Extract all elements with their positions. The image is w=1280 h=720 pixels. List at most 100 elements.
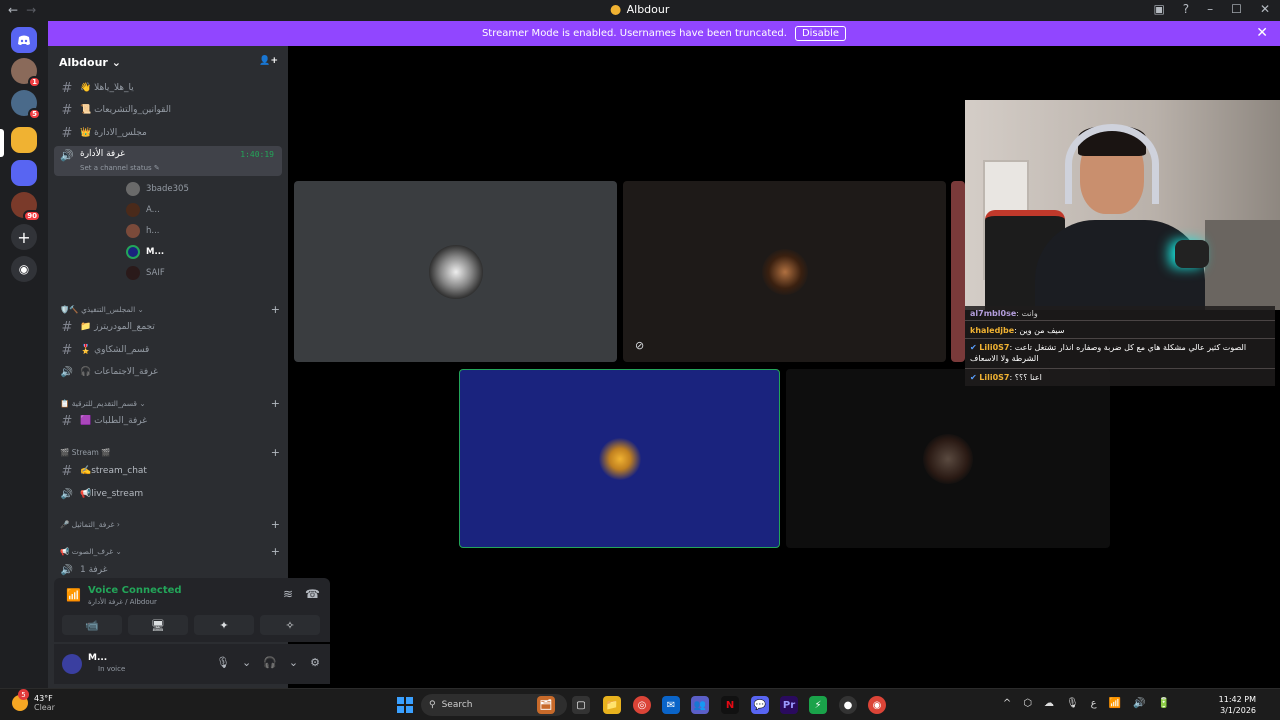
speaker-icon: 🔊 (60, 488, 74, 500)
chat-message: ✔ Lili0S7: اعنا ؟؟؟ (970, 373, 1042, 382)
channel-item[interactable]: # 🎖️ قسم_الشكاوي (54, 340, 282, 360)
channel-status[interactable]: Set a channel status ✎ (80, 164, 160, 172)
category-header[interactable]: 📋 قسم_التقديم_للترقية ⌄ + (60, 396, 282, 410)
settings-gear-icon[interactable]: ⚙ (310, 656, 320, 669)
maximize-button[interactable]: ☐ (1231, 2, 1242, 16)
taskbar-app-teams[interactable]: 👥 (691, 696, 709, 714)
taskbar-app-obs[interactable]: ● (839, 696, 857, 714)
server-icon-albdour[interactable] (11, 127, 37, 153)
category-header[interactable]: 🛡️🔨 المجلس_التنفيذي ⌄ + (60, 302, 282, 316)
webcam-mic (1175, 240, 1209, 268)
video-tile-partial[interactable] (951, 181, 965, 362)
disconnect-icon[interactable]: ☎ (305, 587, 320, 601)
voice-user[interactable]: M... (126, 243, 164, 261)
participant-avatar (923, 433, 973, 484)
chat-username: Lili0S7 (979, 373, 1010, 382)
video-tile[interactable]: ⊘ (623, 181, 946, 362)
back-icon[interactable]: ← (8, 3, 18, 17)
invite-icon[interactable]: 👤+ (259, 56, 278, 78)
taskbar-app-discord[interactable]: 💬 (751, 696, 769, 714)
minimize-button[interactable]: – (1207, 2, 1213, 16)
video-tile[interactable] (786, 369, 1110, 548)
taskbar-clock[interactable]: 11:42 PM 3/1/2026 (1219, 694, 1256, 716)
voice-user[interactable]: SAIF (126, 264, 165, 282)
signal-icon[interactable]: 📶 (66, 588, 81, 602)
start-button[interactable] (397, 697, 413, 713)
channel-item[interactable]: 🔊 غرفة 1 (54, 560, 282, 580)
tray-volume-icon[interactable]: 🔊 (1133, 698, 1145, 709)
voice-user[interactable]: h... (126, 222, 160, 240)
taskbar-app-netflix[interactable]: N (721, 696, 739, 714)
add-channel-icon[interactable]: + (271, 545, 280, 558)
soundboard-button[interactable]: ✧ (260, 615, 320, 635)
add-server-icon[interactable]: + (11, 224, 37, 250)
channel-item[interactable]: # 📜 القوانين_والتشريعات (54, 100, 282, 120)
camera-button[interactable]: 📹 (62, 615, 122, 635)
taskbar-app-premiere[interactable]: Pr (780, 696, 798, 714)
taskbar-app-outlook[interactable]: ✉ (662, 696, 680, 714)
activities-button[interactable]: ✦ (194, 615, 254, 635)
tray-cloud-icon[interactable]: ☁ (1044, 698, 1054, 709)
speaker-icon: 🔊 (60, 366, 74, 378)
taskbar-app-explorer[interactable]: 📁 (603, 696, 621, 714)
screen-share-button[interactable]: 🖥 (128, 615, 188, 635)
tray-wifi-icon[interactable]: 📶 (1109, 698, 1121, 709)
banner-close-icon[interactable]: ✕ (1256, 25, 1268, 41)
tray-app-icon[interactable]: ⬡ (1023, 698, 1032, 709)
channel-item[interactable]: # 👑 مجلس_الادارة (54, 123, 282, 143)
video-tile-speaking[interactable] (459, 369, 780, 548)
channel-item[interactable]: # ✍️stream_chat (54, 461, 282, 481)
help-icon[interactable]: ? (1183, 2, 1189, 16)
voice-user[interactable]: 3bade305 (126, 180, 189, 198)
weather-badge: 5 (18, 689, 29, 700)
guild-header[interactable]: Albdour ⌄ 👤+ (48, 46, 288, 78)
taskbar-app-chrome[interactable]: ◎ (633, 696, 651, 714)
headset-icon[interactable]: 🎧 (263, 656, 277, 669)
taskbar-app-chrome-2[interactable]: ◉ (868, 696, 886, 714)
taskbar-app-taskview[interactable]: ▢ (572, 696, 590, 714)
active-voice-channel[interactable]: 🔊 غرفة الأدارة 1:40:19 Set a channel sta… (54, 146, 282, 176)
video-tile[interactable] (294, 181, 617, 362)
server-icon-1[interactable]: 1 (11, 58, 41, 88)
window-controls: ▣ ? – ☐ ✕ (1153, 2, 1270, 16)
channel-item[interactable]: # 📁 تجمع_المودريترز (54, 317, 282, 337)
add-channel-icon[interactable]: + (271, 397, 280, 410)
tray-battery-icon[interactable]: 🔋 (1158, 698, 1170, 709)
weather-temp: 43°F (34, 694, 53, 703)
chat-text: سيف من وين (1019, 326, 1065, 335)
clock-date: 3/1/2026 (1220, 706, 1256, 715)
disable-button[interactable]: Disable (794, 26, 847, 41)
close-button[interactable]: ✕ (1260, 2, 1270, 16)
active-server-pill (0, 129, 4, 157)
tray-chevron-icon[interactable]: ^ (1003, 698, 1011, 709)
add-channel-icon[interactable]: + (271, 446, 280, 459)
voice-user[interactable]: A...⊘ (126, 201, 326, 219)
chevron-down-icon[interactable]: ⌄ (242, 656, 251, 669)
server-icon-5[interactable]: 90 (11, 192, 41, 222)
mic-icon[interactable]: 🎙 (216, 656, 230, 669)
server-icon-4[interactable] (11, 160, 37, 186)
chevron-down-icon[interactable]: ⌄ (289, 656, 298, 669)
channel-item[interactable]: # 🟪 غرفة_الطلبات (54, 411, 282, 431)
avatar[interactable] (62, 654, 82, 674)
discord-home-icon[interactable] (11, 27, 37, 53)
forward-icon[interactable]: → (26, 3, 36, 17)
tray-mic-icon[interactable]: 🎙 (1066, 698, 1079, 709)
channel-item[interactable]: 🔊 📢live_stream (54, 484, 282, 504)
add-channel-icon[interactable]: + (271, 303, 280, 316)
taskbar-app-green[interactable]: ⚡ (809, 696, 827, 714)
channel-item[interactable]: # 👋 يا_هلا_ياهلا (54, 78, 282, 98)
noise-suppression-icon[interactable]: ≋ (283, 587, 293, 601)
channel-item[interactable]: 🔊 🎧 غرفة_الاجتماعات (54, 362, 282, 382)
category-header[interactable]: 📢 غرف_الصوت ⌄ + (60, 544, 282, 558)
add-channel-icon[interactable]: + (271, 518, 280, 531)
discover-icon[interactable]: ◉ (11, 256, 37, 282)
tray-language-icon[interactable]: ع (1091, 698, 1097, 709)
category-header[interactable]: 🎤 غرفة_التماثيل › + (60, 517, 282, 531)
taskbar-app-widgets[interactable]: 🗂 (537, 696, 555, 714)
category-header[interactable]: 🎬 Stream 🎬 + (60, 445, 282, 459)
server-icon-2[interactable]: 5 (11, 90, 41, 120)
weather-widget[interactable]: 5 43°F Clear (12, 689, 55, 712)
voice-connected-title[interactable]: Voice Connected (88, 585, 182, 596)
inbox-icon[interactable]: ▣ (1153, 2, 1164, 16)
